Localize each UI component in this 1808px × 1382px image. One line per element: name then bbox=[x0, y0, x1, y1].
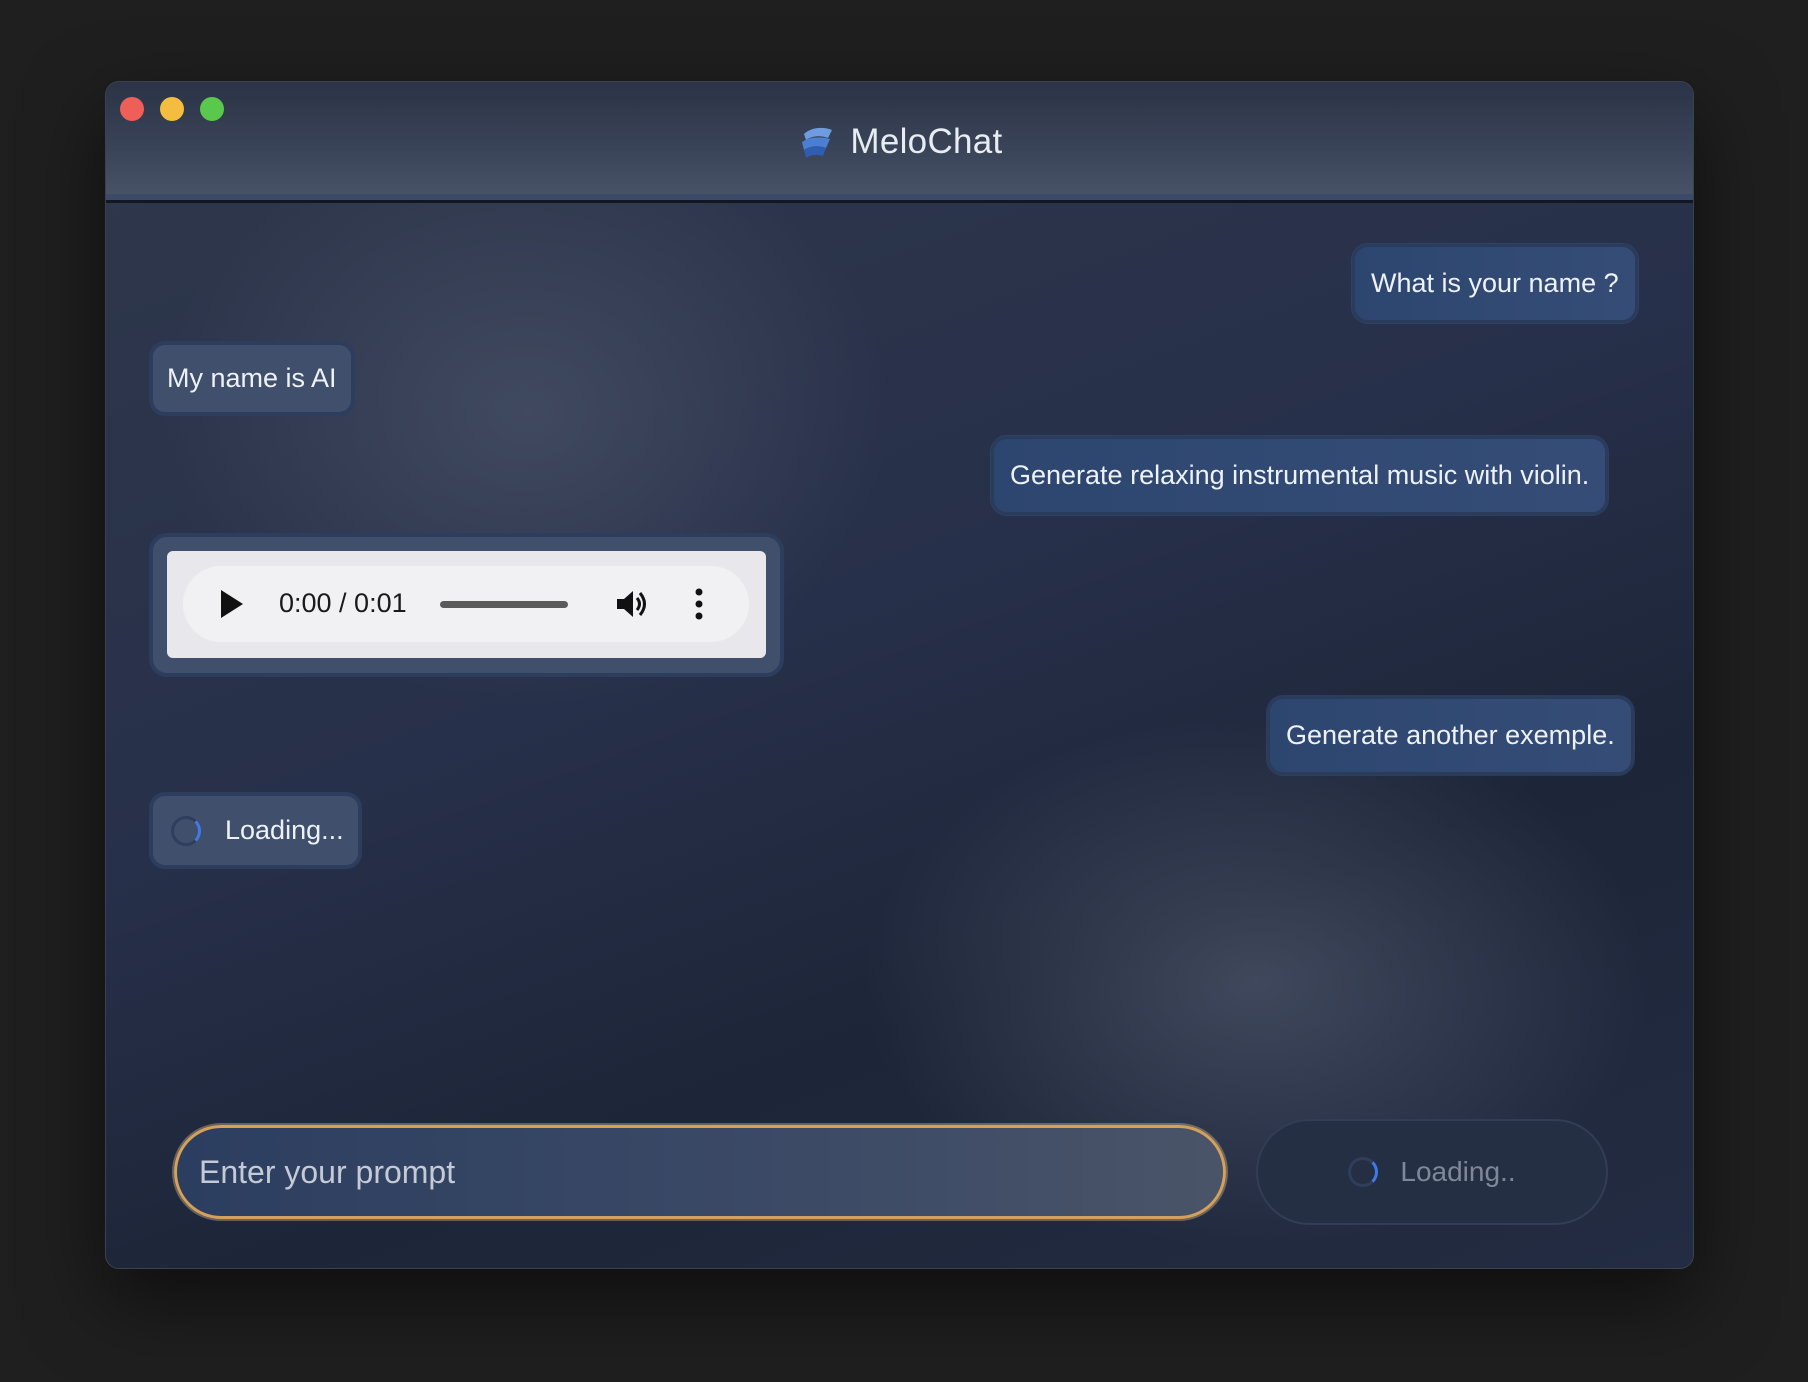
audio-player: 0:00 / 0:01 bbox=[167, 551, 766, 658]
ai-message: My name is AI bbox=[149, 341, 355, 416]
audio-time: 0:00 / 0:01 bbox=[279, 588, 407, 618]
user-message: What is your name ? bbox=[1352, 244, 1638, 323]
title-group: MeloChat bbox=[106, 122, 1693, 162]
loading-spinner-icon bbox=[171, 815, 201, 846]
ai-loading-message: Loading... bbox=[149, 792, 362, 869]
melochat-logo-icon bbox=[802, 127, 833, 158]
message-text: Loading... bbox=[225, 815, 344, 845]
more-vertical-icon[interactable] bbox=[694, 588, 704, 620]
message-text: My name is AI bbox=[167, 363, 337, 393]
user-message: Generate another exemple. bbox=[1267, 696, 1634, 775]
app-window: MeloChat What is your name ? My name is … bbox=[105, 81, 1694, 1269]
close-window-button[interactable] bbox=[120, 97, 144, 121]
audio-seek-bar[interactable] bbox=[440, 601, 568, 608]
ai-audio-message: 0:00 / 0:01 bbox=[149, 533, 784, 677]
audio-controls: 0:00 / 0:01 bbox=[183, 566, 749, 642]
minimize-window-button[interactable] bbox=[160, 97, 184, 121]
user-message: Generate relaxing instrumental music wit… bbox=[991, 436, 1609, 515]
volume-icon[interactable] bbox=[615, 588, 649, 620]
zoom-window-button[interactable] bbox=[200, 97, 224, 121]
message-text: What is your name ? bbox=[1371, 268, 1619, 298]
play-icon[interactable] bbox=[221, 590, 243, 618]
send-button-label: Loading.. bbox=[1400, 1156, 1516, 1187]
loading-spinner-icon bbox=[1348, 1157, 1379, 1187]
message-text: Generate relaxing instrumental music wit… bbox=[1010, 460, 1590, 490]
message-text: Generate another exemple. bbox=[1286, 720, 1615, 750]
prompt-input-wrapper bbox=[174, 1125, 1226, 1219]
window-title: MeloChat bbox=[850, 122, 1003, 161]
send-button[interactable]: Loading.. bbox=[1256, 1119, 1608, 1225]
prompt-input[interactable] bbox=[177, 1128, 1223, 1216]
title-bar: MeloChat bbox=[106, 82, 1693, 203]
